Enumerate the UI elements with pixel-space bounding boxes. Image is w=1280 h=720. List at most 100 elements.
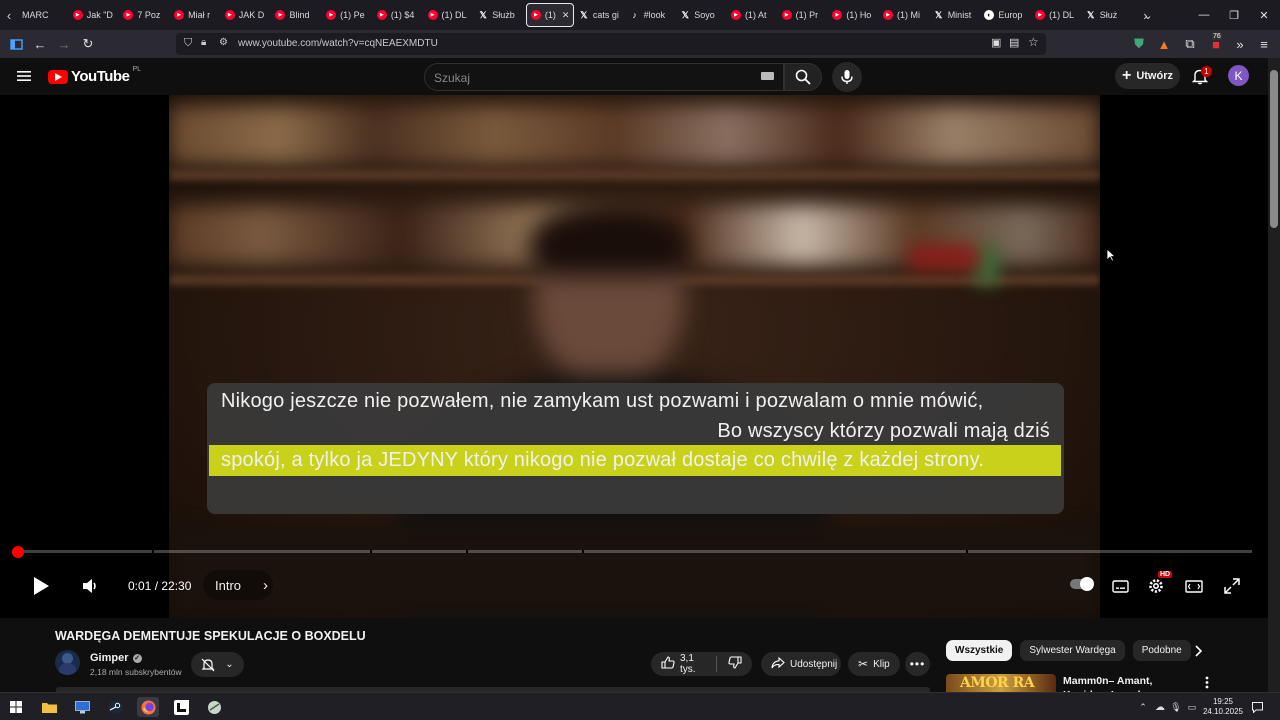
lock-icon[interactable]: 🔒︎: [201, 37, 206, 48]
browser-tab[interactable]: ▶ (1) Pr: [778, 0, 829, 30]
filter-chip[interactable]: Sylwester Wardęga: [1020, 640, 1125, 661]
account-avatar[interactable]: K: [1228, 65, 1249, 86]
volume-button[interactable]: [78, 573, 102, 599]
tab-close-icon[interactable]: ✕: [562, 10, 570, 21]
tiktok-favicon-icon: ♪: [632, 10, 637, 20]
overflow-chevron-icon[interactable]: »: [1231, 35, 1249, 53]
back-icon[interactable]: ←: [31, 35, 49, 53]
clip-button[interactable]: ✂ Klip: [848, 652, 900, 676]
browser-tab[interactable]: 𝕏 Służ: [1082, 0, 1133, 30]
voice-search-button[interactable]: [832, 62, 862, 92]
app-menu-icon[interactable]: ≡: [1255, 35, 1273, 53]
shield-icon[interactable]: ⛉: [184, 37, 192, 50]
windows-start-icon[interactable]: [5, 697, 27, 717]
page-scrollbar-thumb[interactable]: [1270, 70, 1278, 228]
filter-chip[interactable]: Wszystkie: [946, 640, 1013, 661]
browser-tab[interactable]: ▶ (1) Pe: [322, 0, 373, 30]
caption-line-1: Nikogo jeszcze nie pozwałem, nie zamykam…: [221, 390, 984, 412]
browser-tab[interactable]: 𝕏 Minist: [930, 0, 981, 30]
sidebar-toggle-icon[interactable]: [7, 35, 25, 53]
progress-scrubber[interactable]: [12, 546, 24, 558]
channel-avatar[interactable]: [55, 650, 80, 675]
filter-chip[interactable]: Podobne: [1132, 640, 1191, 661]
create-button[interactable]: + Utwórz: [1115, 63, 1180, 89]
capcut-icon[interactable]: [170, 697, 192, 717]
tabs-scroll-left-icon[interactable]: ‹: [0, 0, 18, 30]
thumbs-up-icon[interactable]: [661, 656, 675, 672]
picture-in-picture-icon[interactable]: ▣: [991, 36, 1001, 49]
channel-name[interactable]: Gimper ✓: [90, 652, 142, 664]
autoplay-toggle[interactable]: [1070, 577, 1094, 591]
like-count[interactable]: 3,1 tys.: [680, 653, 705, 675]
guide-menu-icon[interactable]: [16, 68, 32, 84]
minimize-window-icon[interactable]: —: [1188, 0, 1220, 30]
browser-tab[interactable]: ▶ JAK D: [221, 0, 272, 30]
share-button[interactable]: Udostępnij: [761, 652, 841, 676]
more-actions-button[interactable]: •••: [905, 652, 930, 676]
microphone-tray-icon[interactable]: 🎙︎: [1168, 697, 1184, 717]
page-scrollbar[interactable]: [1268, 58, 1280, 692]
app-globe-icon[interactable]: [203, 697, 225, 717]
firefox-icon[interactable]: [137, 697, 159, 717]
permissions-icon[interactable]: ⚙: [219, 37, 228, 48]
browser-tab[interactable]: ♪ #look: [626, 0, 677, 30]
browser-tab[interactable]: ▶ Jak "D: [69, 0, 120, 30]
play-button[interactable]: [28, 573, 54, 599]
browser-tab[interactable]: 𝕏cats gi: [575, 0, 626, 30]
fox-extension-icon[interactable]: ▲: [1155, 35, 1173, 53]
browser-tab[interactable]: ▶ (1) Ho: [828, 0, 879, 30]
restore-window-icon[interactable]: ❐: [1218, 0, 1250, 30]
search-button[interactable]: [784, 63, 822, 91]
chapter-button[interactable]: Intro ›: [203, 570, 273, 600]
address-bar[interactable]: ⛉ 🔒︎ ⚙ www.youtube.com/watch?v=cqNEAEXMD…: [176, 33, 1046, 55]
reader-view-icon[interactable]: ▤: [1009, 36, 1019, 49]
browser-tab[interactable]: ▶ (1) $4: [373, 0, 424, 30]
channel-name-text[interactable]: Gimper: [90, 652, 129, 664]
subscription-notification-button[interactable]: ⌄: [191, 652, 244, 677]
browser-tab[interactable]: ▶ (1) DL: [1031, 0, 1082, 30]
notification-center-icon[interactable]: [1248, 697, 1266, 717]
taskbar-clock[interactable]: 19:25 24.10.2025: [1200, 697, 1246, 717]
browser-tab[interactable]: 𝕏 Służb: [474, 0, 525, 30]
browser-tab[interactable]: ▶ 7 Poz: [119, 0, 170, 30]
browser-tab[interactable]: MARC: [18, 0, 69, 30]
search-input[interactable]: Szukaj: [434, 71, 470, 85]
browser-tab[interactable]: ▶ (1) Mi: [879, 0, 930, 30]
keyboard-icon[interactable]: [761, 72, 774, 80]
browser-tab[interactable]: 𝕏 Soyo: [676, 0, 727, 30]
forward-icon[interactable]: →: [55, 35, 73, 53]
tab-list-menu-icon[interactable]: ⌄: [1132, 0, 1164, 30]
browser-tab[interactable]: ◐ Europ: [980, 0, 1031, 30]
remote-desktop-icon[interactable]: [71, 697, 93, 717]
steam-icon[interactable]: [104, 697, 126, 717]
browser-tab[interactable]: ▶ (1) At: [727, 0, 778, 30]
browser-tab[interactable]: ▶ Miał r: [170, 0, 221, 30]
theater-mode-button[interactable]: [1182, 574, 1206, 598]
progress-bar[interactable]: [16, 550, 1252, 553]
recommendation-thumbnail[interactable]: AMOR RA: [946, 674, 1056, 692]
bookmark-star-icon[interactable]: ☆: [1028, 35, 1039, 49]
more-vertical-icon[interactable]: [1200, 674, 1214, 690]
reload-icon[interactable]: ↻: [79, 35, 97, 53]
chevron-right-icon: ›: [263, 576, 269, 594]
browser-tab[interactable]: ▶ (1) ✕: [525, 3, 574, 27]
onedrive-cloud-icon[interactable]: ☁: [1152, 697, 1168, 717]
extensions-icon[interactable]: ⧉: [1181, 35, 1199, 53]
thumbs-down-icon[interactable]: [728, 656, 742, 672]
youtube-logo[interactable]: YouTube PL: [48, 66, 141, 85]
browser-tab[interactable]: ▶ Blind: [271, 0, 322, 30]
video-player[interactable]: Nikogo jeszcze nie pozwałem, nie zamykam…: [0, 95, 1268, 618]
browser-tab[interactable]: ▶ (1) DL: [424, 0, 475, 30]
video-frame[interactable]: [169, 95, 1100, 618]
url-text[interactable]: www.youtube.com/watch?v=cqNEAEXMDTU: [238, 38, 438, 49]
subtitles-button[interactable]: [1108, 574, 1132, 598]
network-icon[interactable]: ▭: [1184, 697, 1200, 717]
search-box[interactable]: Szukaj: [424, 63, 784, 91]
fullscreen-button[interactable]: [1220, 574, 1244, 598]
tray-chevron-up-icon[interactable]: ⌃: [1136, 697, 1150, 717]
chips-next-arrow-icon[interactable]: [1188, 640, 1208, 661]
recommendation-title[interactable]: Mamm0n– Amant, Kupidyn, Lowelas: [1063, 674, 1188, 692]
close-window-icon[interactable]: ✕: [1248, 0, 1280, 30]
shield-extension-icon[interactable]: ⛊: [1130, 35, 1148, 53]
file-explorer-icon[interactable]: [38, 697, 60, 717]
